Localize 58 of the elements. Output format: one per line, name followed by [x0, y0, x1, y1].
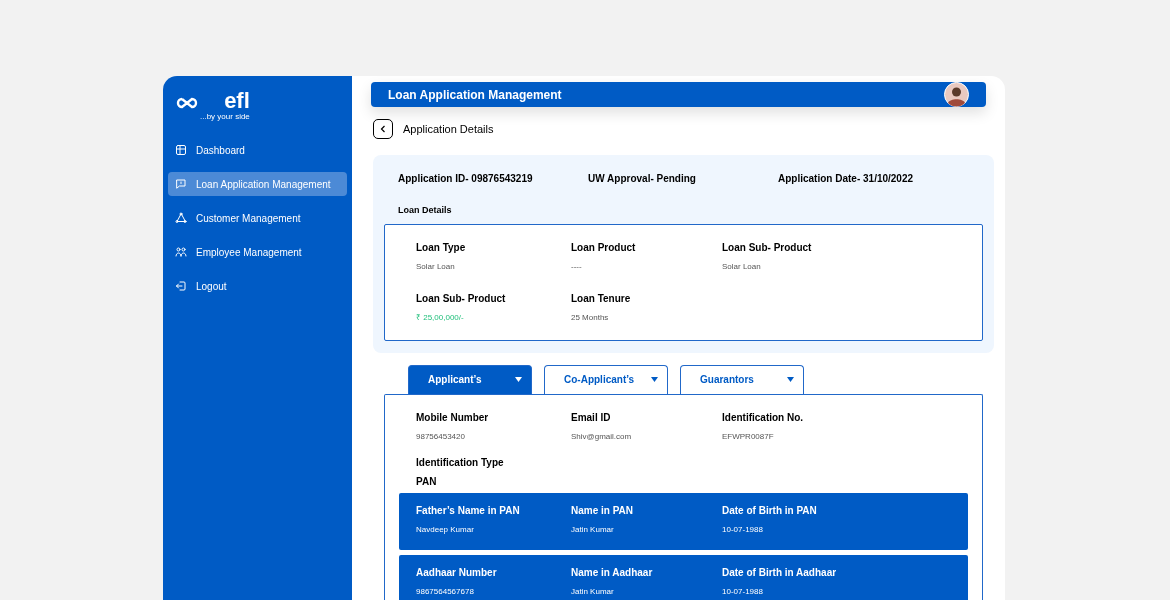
triangle-nodes-icon — [175, 212, 187, 224]
sidebar-item[interactable]: Dashboard — [168, 138, 347, 162]
field-label: Identification No. — [722, 410, 805, 425]
field-label: Father’s Name in PAN — [416, 503, 521, 518]
logo-text: efl — [224, 90, 250, 112]
field-value: 25 Months — [571, 311, 610, 324]
tab[interactable]: Applicant’s — [408, 364, 532, 394]
sidebar-item[interactable]: Customer Management — [168, 206, 347, 230]
chevron-left-icon — [379, 125, 387, 133]
field-value: PAN — [416, 474, 438, 489]
section-title: Loan Details — [398, 204, 453, 217]
field-value: 9867564567678 — [416, 585, 475, 598]
field-value: Jatin Kumar — [571, 523, 615, 536]
field-label: Loan Product — [571, 240, 637, 255]
field-value: 98756453420 — [416, 430, 466, 443]
field-value: 10-07-1988 — [722, 523, 764, 536]
field-label: Loan Sub- Product — [416, 291, 507, 306]
logo-icon — [176, 97, 198, 109]
avatar-icon[interactable] — [944, 82, 969, 107]
tab[interactable]: Co-Applicant’s — [544, 364, 668, 394]
field-value: Navdeep Kumar — [416, 523, 475, 536]
field-label: Aadhaar Number — [416, 565, 498, 580]
field-label: Identification Type — [416, 455, 505, 470]
sidebar-item[interactable]: Employee Management — [168, 240, 347, 264]
sidebar-item[interactable]: Loan Application Management — [168, 172, 347, 196]
tab[interactable]: Guarantors — [680, 364, 804, 394]
caret-down-icon — [515, 377, 522, 382]
field-value: 10-07-1988 — [722, 585, 764, 598]
field-label: Loan Sub- Product — [722, 240, 813, 255]
sidebar-item[interactable]: Logout — [168, 274, 347, 298]
summary-text: Application Date- 31/10/2022 — [778, 172, 914, 186]
field-label: Date of Birth in Aadhaar — [722, 565, 838, 580]
field-label: Loan Tenure — [571, 291, 632, 306]
field-label: Name in Aadhaar — [571, 565, 654, 580]
field-label: Mobile Number — [416, 410, 490, 425]
summary-text: Application ID- 09876543219 — [398, 172, 534, 186]
grid-icon — [175, 144, 187, 156]
chat-question-icon — [175, 178, 187, 190]
field-value: ---- — [571, 260, 583, 273]
header-title: Loan Application Management — [388, 86, 562, 104]
field-value: Solar Loan — [722, 260, 762, 273]
field-label: Loan Type — [416, 240, 467, 255]
logo-tagline: ...by your side — [200, 112, 250, 121]
page-title: Application Details — [403, 121, 494, 137]
field-label: Date of Birth in PAN — [722, 503, 818, 518]
users-icon — [175, 246, 187, 258]
caret-down-icon — [651, 377, 658, 382]
summary-text: UW Approval- Pending — [588, 172, 697, 186]
field-value: Solar Loan — [416, 260, 456, 273]
field-label: Email ID — [571, 410, 612, 425]
field-label: Name in PAN — [571, 503, 635, 518]
field-value: Jatin Kumar — [571, 585, 615, 598]
caret-down-icon — [787, 377, 794, 382]
back-button[interactable] — [373, 119, 393, 139]
field-value: ₹ 25,00,000/- — [416, 311, 465, 324]
field-value: Shiv@gmail.com — [571, 430, 633, 443]
field-value: EFWPR0087F — [722, 430, 775, 443]
logout-icon — [175, 280, 187, 292]
